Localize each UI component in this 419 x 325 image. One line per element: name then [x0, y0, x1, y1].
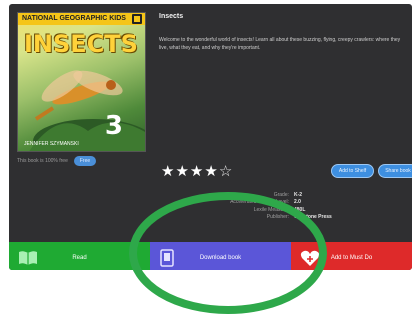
detail-label: Grade: — [273, 191, 289, 198]
detail-value: K-2 — [294, 191, 303, 198]
publisher-logo-icon — [132, 14, 142, 24]
read-button[interactable]: Read — [9, 242, 150, 270]
star-filled-icon[interactable]: ★ — [175, 164, 188, 179]
detail-label: Lexile Measure: — [253, 206, 289, 213]
detail-value: 2.0 — [294, 199, 301, 206]
cover-level-number: 3 — [104, 111, 123, 141]
add-to-must-do-button[interactable]: Add to Must Do — [291, 242, 412, 270]
access-row: This book is 100% free Free — [17, 156, 97, 166]
cover-publisher-band: NATIONAL GEOGRAPHIC KIDS — [18, 13, 145, 25]
book-details: Grade: K-2 Accelerated Reader Level: 2.0… — [159, 191, 359, 221]
detail-row: Publisher: Capstone Press — [159, 214, 359, 222]
star-rating[interactable]: ★ ★ ★ ★ ☆ — [161, 164, 232, 179]
open-book-icon — [19, 251, 37, 265]
tablet-icon — [160, 249, 174, 267]
book-title: Insects — [159, 13, 184, 20]
download-button-label: Download book — [199, 255, 242, 261]
heart-icon — [300, 250, 320, 266]
detail-label: Publisher: — [266, 214, 289, 221]
access-badge[interactable]: Free — [73, 156, 97, 166]
book-cover[interactable]: NATIONAL GEOGRAPHIC KIDS INSECTS 3 JENNI… — [17, 12, 146, 152]
favorite-button-label: Add to Must Do — [330, 255, 373, 261]
detail-row: Lexile Measure: 480L — [159, 206, 359, 214]
download-book-button[interactable]: Download book — [150, 242, 291, 270]
book-description: Welcome to the wonderful world of insect… — [159, 37, 401, 51]
book-detail-panel: NATIONAL GEOGRAPHIC KIDS INSECTS 3 JENNI… — [9, 4, 412, 270]
access-text: This book is 100% free — [17, 158, 68, 164]
star-filled-icon[interactable]: ★ — [190, 164, 203, 179]
star-filled-icon[interactable]: ★ — [161, 164, 174, 179]
cover-title: INSECTS — [24, 30, 138, 58]
read-button-label: Read — [72, 255, 87, 261]
share-button[interactable]: Share book — [378, 164, 412, 178]
cover-author: JENNIFER SZYMANSKI — [24, 141, 79, 147]
detail-value: 480L — [294, 206, 306, 213]
cover-band-text: NATIONAL GEOGRAPHIC KIDS — [22, 15, 126, 22]
star-empty-icon[interactable]: ☆ — [219, 164, 232, 179]
detail-row: Accelerated Reader Level: 2.0 — [159, 199, 359, 207]
detail-value: Capstone Press — [294, 214, 332, 221]
add-to-shelf-button[interactable]: Add to Shelf — [331, 164, 374, 178]
detail-row: Grade: K-2 — [159, 191, 359, 199]
star-filled-icon[interactable]: ★ — [204, 164, 217, 179]
detail-label: Accelerated Reader Level: — [230, 199, 289, 206]
